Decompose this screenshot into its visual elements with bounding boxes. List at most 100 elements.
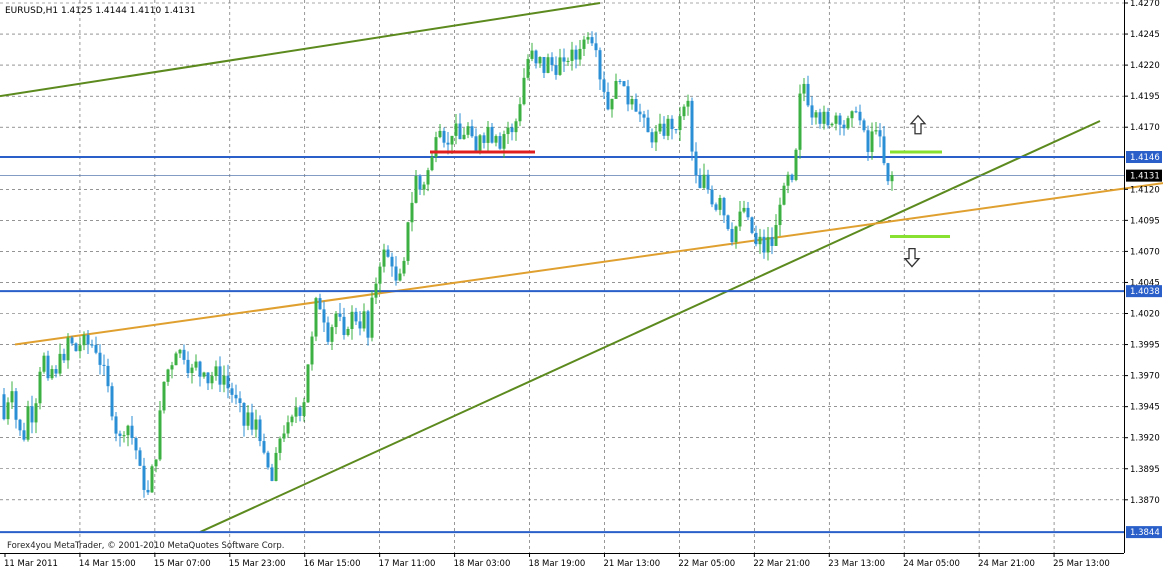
y-tick-label: 1.4220 (1130, 61, 1160, 71)
candle-body (858, 111, 862, 121)
candle-body (758, 236, 762, 245)
candle-body (766, 237, 770, 253)
candle-body (130, 425, 134, 439)
candle-body (514, 121, 518, 133)
candle-body (850, 111, 854, 119)
x-tick-label: 17 Mar 11:00 (379, 559, 436, 569)
y-tick-label: 1.4170 (1130, 123, 1160, 133)
candle-body (606, 91, 610, 110)
candle-body (462, 134, 466, 140)
candle-body (98, 352, 102, 365)
y-tick-label: 1.3945 (1130, 403, 1160, 413)
candle-body (138, 450, 142, 466)
candle-body (14, 391, 18, 420)
candle-body (106, 365, 110, 387)
candle-body (794, 149, 798, 180)
candle-body (526, 58, 530, 78)
candle-body (698, 175, 702, 188)
symbol-header: EURUSD,H1 1.4125 1.4144 1.4110 1.4131 (5, 6, 196, 16)
candle-body (874, 130, 878, 132)
candle-body (630, 98, 634, 105)
candle-body (542, 56, 546, 73)
candle-body (478, 135, 482, 151)
y-tick-label: 1.3920 (1130, 434, 1160, 444)
candle-body (286, 422, 290, 434)
candle-body (554, 65, 558, 75)
candle-body (450, 135, 454, 145)
candle-body (162, 381, 166, 411)
candle-body (254, 419, 258, 430)
candle-body (634, 98, 638, 112)
candle-body (842, 124, 846, 129)
candle-body (498, 136, 502, 149)
candle-body (738, 211, 742, 227)
candle-body (66, 337, 70, 361)
candle-body (222, 375, 226, 385)
candle-body (170, 365, 174, 370)
candle-body (646, 117, 650, 133)
candle-body (102, 364, 106, 366)
candle-body (830, 123, 834, 126)
candle-body (750, 217, 754, 233)
candle-body (814, 112, 818, 118)
candle-body (22, 430, 26, 440)
chart-background (0, 0, 1163, 570)
candle-body (406, 222, 410, 261)
candle-body (182, 349, 186, 360)
candle-body (694, 151, 698, 176)
candle-body (298, 407, 302, 416)
candle-body (662, 123, 666, 136)
candle-body (510, 127, 514, 133)
candle-body (594, 43, 598, 51)
candle-body (442, 130, 446, 143)
candle-body (110, 386, 114, 417)
candle-body (834, 115, 838, 124)
candle-body (306, 364, 310, 403)
candle-body (54, 369, 58, 374)
candle-body (246, 412, 250, 426)
candle-body (50, 369, 54, 379)
candle-body (886, 163, 890, 182)
candle-body (838, 115, 842, 125)
candle-body (2, 394, 6, 420)
candle-body (742, 207, 746, 212)
candle-body (318, 298, 322, 310)
candle-body (578, 48, 582, 60)
candle-body (774, 225, 778, 246)
x-tick-label: 22 Mar 05:00 (678, 559, 735, 569)
candle-body (702, 174, 706, 188)
candle-body (90, 344, 94, 346)
y-tick-label: 1.3870 (1130, 496, 1160, 506)
candle-body (734, 226, 738, 243)
candle-body (682, 106, 686, 117)
candle-body (870, 131, 874, 152)
candle-body (398, 273, 402, 281)
y-tick-label: 1.4120 (1130, 185, 1160, 195)
level-price-label: 1.4146 (1130, 153, 1160, 163)
candle-body (214, 366, 218, 377)
candle-body (114, 416, 118, 434)
chart-window[interactable]: 1.4270 1.4245 1.4220 1.4195 1.4170 1.4146 1.41… (0, 0, 1163, 570)
candle-body (234, 394, 238, 399)
candle-body (366, 311, 370, 338)
candle-body (282, 433, 286, 439)
candle-body (394, 266, 398, 281)
candle-body (158, 410, 162, 460)
price-chart[interactable]: 1.4270 1.4245 1.4220 1.4195 1.4170 1.4146 1.41… (0, 0, 1163, 570)
candle-body (334, 313, 338, 328)
candle-body (806, 83, 810, 106)
candle-body (230, 388, 234, 395)
candle-body (178, 349, 182, 354)
candle-body (714, 204, 718, 210)
y-tick-label: 1.4070 (1130, 247, 1160, 257)
candle-body (314, 298, 318, 337)
candle-body (666, 118, 670, 136)
candle-body (302, 402, 306, 416)
x-tick-label: 22 Mar 21:00 (753, 559, 810, 569)
candle-body (686, 100, 690, 107)
candle-body (294, 407, 298, 417)
candle-body (94, 344, 98, 353)
y-tick-label: 1.4245 (1130, 30, 1160, 40)
candle-body (810, 105, 814, 118)
candle-body (866, 130, 870, 152)
